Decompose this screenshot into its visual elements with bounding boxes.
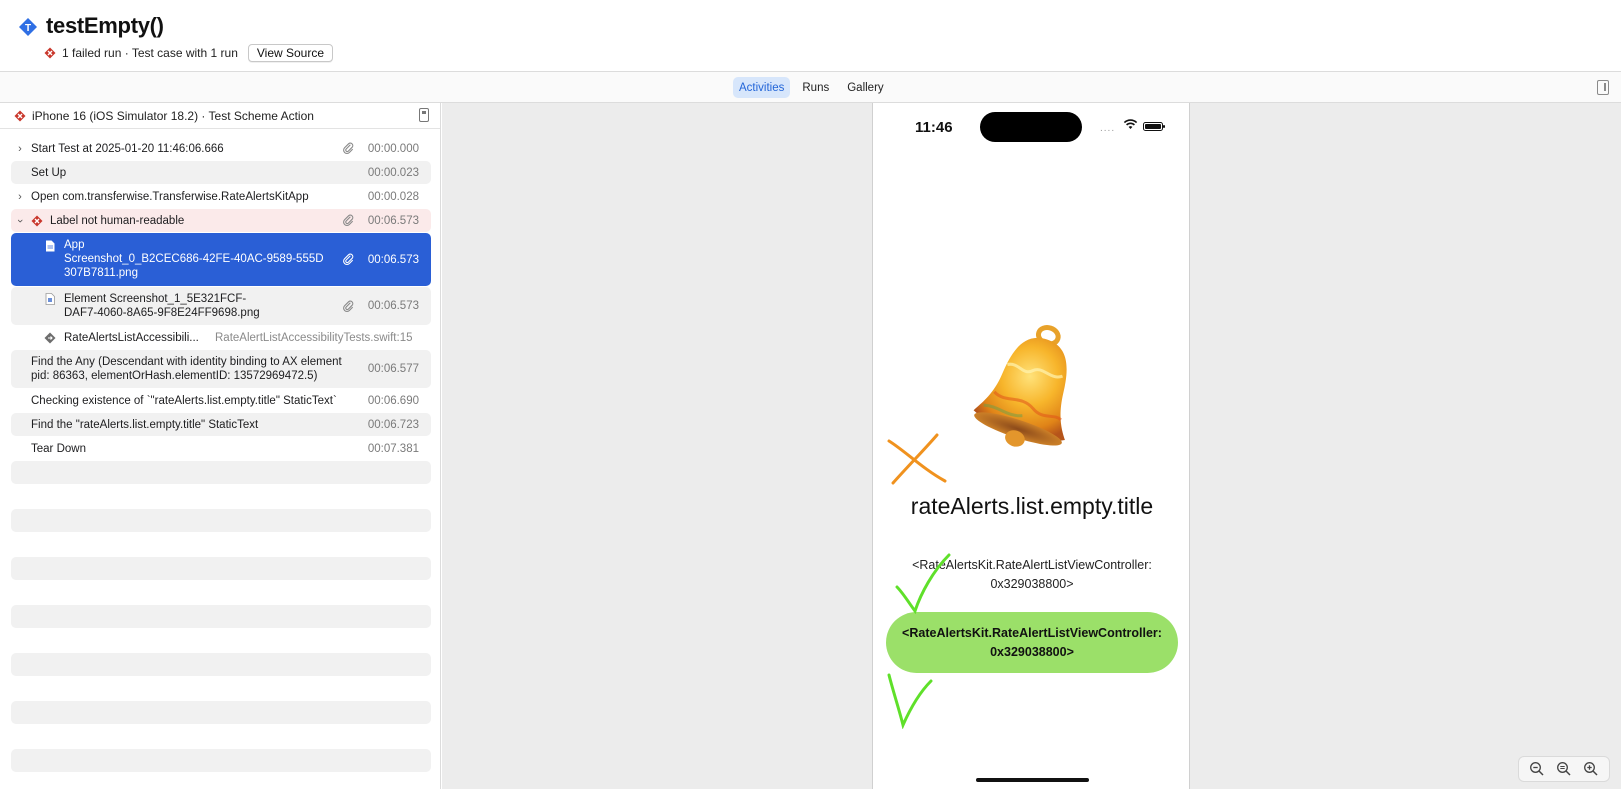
activity-label: Checking existence of `"rateAlerts.list.…: [31, 394, 337, 407]
activity-label: Start Test at 2025-01-20 11:46:06.666: [31, 142, 224, 155]
home-indicator: [976, 778, 1089, 782]
paperclip-icon: [343, 214, 354, 227]
zoom-out-icon[interactable]: [1529, 761, 1545, 777]
activity-rows: › Start Test at 2025-01-20 11:46:06.666 …: [11, 137, 431, 789]
empty-state-title: rateAlerts.list.empty.title: [910, 493, 1154, 519]
zoom-fit-icon[interactable]: [1556, 761, 1572, 777]
activity-time: 00:07.381: [367, 442, 419, 455]
paperclip-icon: [343, 253, 354, 266]
activity-row[interactable]: Tear Down 00:07.381: [11, 437, 431, 460]
document-icon: [46, 240, 55, 252]
attachment-row[interactable]: Element Screenshot_1_5E321FCF- DAF7-4060…: [11, 287, 431, 325]
activity-row[interactable]: Checking existence of `"rateAlerts.list.…: [11, 389, 431, 412]
tab-activities[interactable]: Activities: [733, 77, 791, 98]
attachment-label: Element Screenshot_1_5E321FCF- DAF7-4060…: [64, 293, 260, 319]
empty-row-placeholder: [11, 605, 431, 628]
activity-time: 00:06.573: [367, 214, 419, 227]
paperclip-icon: [343, 300, 354, 312]
failure-diamond-icon: [14, 110, 26, 121]
device-icon[interactable]: [419, 108, 429, 122]
activity-label: Open com.transferwise.Transferwise.RateA…: [31, 190, 309, 203]
green-check-mark-icon: [895, 553, 951, 615]
attachment-label: App Screenshot_0_B2CEC686-42FE-40AC-9589…: [64, 239, 324, 279]
empty-row-placeholder: [11, 461, 431, 484]
activity-row[interactable]: Find the Any (Descendant with identity b…: [11, 350, 431, 388]
activity-time: 00:06.723: [367, 418, 419, 431]
source-diamond-icon: [44, 332, 56, 343]
activity-time: 00:06.577: [367, 363, 419, 375]
activity-label: Find the Any (Descendant with identity b…: [31, 356, 342, 382]
orange-cross-mark-icon: [887, 433, 947, 485]
activity-label: Label not human-readable: [50, 214, 185, 227]
activity-time: 00:06.690: [367, 394, 419, 407]
activity-label: Set Up: [31, 166, 67, 179]
screenshot-canvas: 11:46 .... rateAlerts.list.empty.title <…: [442, 103, 1621, 789]
activity-label: Find the "rateAlerts.list.empty.title" S…: [31, 418, 259, 431]
page-title: testEmpty(): [46, 13, 164, 38]
activity-time: 00:06.573: [367, 300, 419, 312]
device-label: iPhone 16 (iOS Simulator 18.2) · Test Sc…: [32, 108, 314, 123]
battery-icon: [1143, 122, 1165, 131]
attachment-row-selected[interactable]: App Screenshot_0_B2CEC686-42FE-40AC-9589…: [11, 233, 431, 286]
failure-diamond-icon: [44, 47, 56, 58]
cellular-signal-icon: ....: [1100, 123, 1116, 134]
activity-row[interactable]: › Open com.transferwise.Transferwise.Rat…: [11, 185, 431, 208]
empty-row-placeholder: [11, 749, 431, 772]
zoom-controls: [1518, 756, 1610, 782]
activity-time: 00:00.028: [367, 190, 419, 203]
activity-row[interactable]: Find the "rateAlerts.list.empty.title" S…: [11, 413, 431, 436]
paperclip-icon: [343, 142, 354, 155]
activity-label: Tear Down: [31, 442, 86, 455]
bell-illustration: [973, 325, 1067, 447]
chevron-down-icon[interactable]: ›: [14, 216, 26, 226]
activity-row-failure[interactable]: › Label not human-readable 00:06.573: [11, 209, 431, 232]
device-bar: iPhone 16 (iOS Simulator 18.2) · Test Sc…: [0, 103, 440, 129]
wifi-icon: [1123, 119, 1138, 129]
tab-runs[interactable]: Runs: [796, 77, 835, 98]
inspector-toggle-icon[interactable]: [1597, 80, 1609, 95]
empty-row-placeholder: [11, 509, 431, 532]
source-location-row[interactable]: RateAlertsListAccessibili... RateAlertLi…: [11, 326, 431, 349]
empty-row-placeholder: [11, 653, 431, 676]
tab-gallery[interactable]: Gallery: [841, 77, 889, 98]
activity-time: 00:06.573: [367, 253, 419, 266]
run-summary: 1 failed run · Test case with 1 run View…: [44, 43, 334, 62]
source-function-label: RateAlertsListAccessibili...: [64, 331, 199, 344]
chevron-right-icon[interactable]: ›: [15, 191, 25, 203]
failure-diamond-icon: [31, 215, 43, 226]
activity-time: 00:00.000: [367, 142, 419, 155]
activity-time: 00:00.023: [367, 166, 419, 179]
run-summary-text: 1 failed run · Test case with 1 run: [62, 45, 238, 60]
zoom-in-icon[interactable]: [1583, 761, 1599, 777]
test-header: T testEmpty() 1 failed run · Test case w…: [0, 0, 1621, 72]
activity-row[interactable]: › Start Test at 2025-01-20 11:46:06.666 …: [11, 137, 431, 160]
svg-text:T: T: [25, 23, 31, 34]
chevron-right-icon[interactable]: ›: [15, 143, 25, 155]
test-diamond-icon: T: [19, 18, 37, 36]
empty-row-placeholder: [11, 701, 431, 724]
activity-row[interactable]: Set Up 00:00.023: [11, 161, 431, 184]
view-source-button[interactable]: View Source: [247, 43, 334, 62]
tab-bar: Activities Runs Gallery: [0, 72, 1621, 103]
empty-row-placeholder: [11, 557, 431, 580]
green-check-mark-icon: [887, 673, 933, 729]
source-file-link[interactable]: RateAlertListAccessibilityTests.swift:15: [215, 332, 412, 344]
device-screenshot[interactable]: 11:46 .... rateAlerts.list.empty.title <…: [872, 103, 1190, 789]
app-window: T testEmpty() 1 failed run · Test case w…: [0, 0, 1621, 789]
status-bar-time: 11:46: [915, 119, 953, 136]
activity-list-panel: iPhone 16 (iOS Simulator 18.2) · Test Sc…: [0, 103, 441, 789]
dynamic-island: [980, 112, 1082, 142]
image-file-icon: [45, 293, 55, 305]
empty-state-cta-button[interactable]: <RateAlertsKit.RateAlertListViewControll…: [886, 612, 1178, 673]
